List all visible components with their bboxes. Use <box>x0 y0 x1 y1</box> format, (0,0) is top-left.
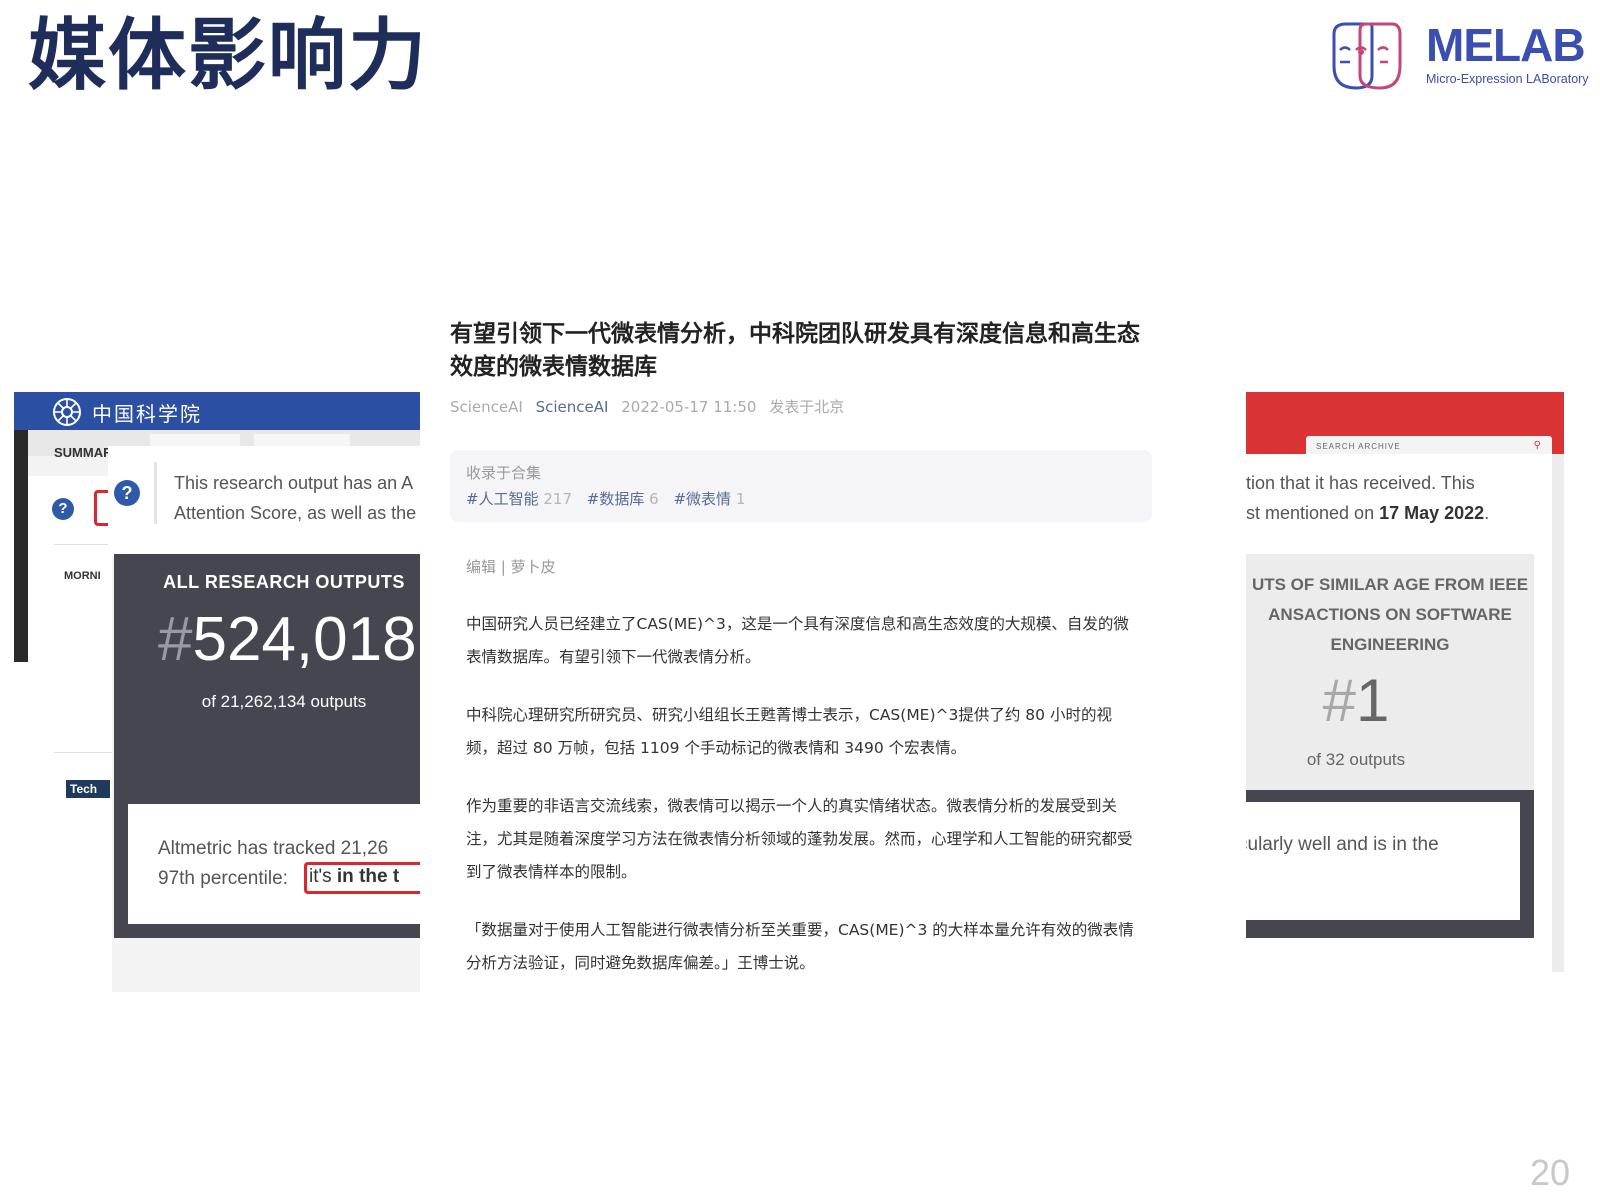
divider <box>54 752 112 753</box>
rank-panel-title: ALL RESEARCH OUTPUTS <box>163 572 405 592</box>
help-icon[interactable]: ? <box>52 498 74 520</box>
article-location: 发表于北京 <box>769 398 845 416</box>
percentile-highlight: it's in the t <box>304 862 420 894</box>
article-meta: ScienceAI ScienceAI 2022-05-17 11:50 发表于… <box>450 396 844 417</box>
quote-bar <box>154 462 157 524</box>
divider <box>54 544 112 545</box>
cas-emblem-icon <box>53 398 81 426</box>
tag-ai[interactable]: #人工智能 217 <box>466 490 572 508</box>
summary-frame: cularly well and is in the <box>1246 790 1534 938</box>
tag-database[interactable]: #数据库 6 <box>587 490 659 508</box>
news-article: 有望引领下一代微表情分析，中科院团队研发具有深度信息和高生态效度的微表情数据库 … <box>420 300 1170 1000</box>
article-title: 有望引领下一代微表情分析，中科院团队研发具有深度信息和高生态效度的微表情数据库 <box>450 321 1140 380</box>
article-source: ScienceAI <box>450 398 523 416</box>
tech-logo: Tech <box>66 780 110 798</box>
tag-micro-expression[interactable]: #微表情 1 <box>673 490 745 508</box>
rank-total: of 21,262,134 outputs <box>201 692 367 711</box>
slide-title: 媒体影响力 <box>28 11 429 101</box>
summary-text: cularly well and is in the <box>1246 834 1439 855</box>
melab-logo: MELAB Micro-Expression LABoratory <box>1332 19 1589 94</box>
summary-inner: cularly well and is in the <box>1246 802 1520 920</box>
help-icon[interactable]: ? <box>114 480 140 506</box>
left-side-panel <box>28 476 112 992</box>
melab-faces-icon <box>1332 22 1402 90</box>
article-author-link[interactable]: ScienceAI <box>536 398 609 416</box>
cas-header-bar: 中国科学院 <box>14 392 420 430</box>
morning-logo: MORNI <box>64 570 101 582</box>
search-icon[interactable]: ⚲ <box>1534 440 1542 451</box>
article-paragraph: 作为重要的非语言交流线索，微表情可以揭示一个人的真实情绪状态。微表情分析的发展受… <box>466 797 1133 881</box>
cas-altmetric-screenshot: 中国科学院 SUMMARY ? S MORNI Tech ? This rese… <box>14 392 420 992</box>
rank-panel-title: UTS OF SIMILAR AGE FROM IEEE ANSACTIONS … <box>1251 575 1529 654</box>
left-dark-sidebar <box>14 430 28 662</box>
search-archive-input[interactable]: SEARCH ARCHIVE ⚲ <box>1306 436 1552 456</box>
melab-tagline: Micro-Expression LABoratory <box>1426 72 1589 86</box>
collection-box: 收录于合集 #人工智能 217 #数据库 6 #微表情 1 <box>450 450 1152 522</box>
page-number: 20 <box>1530 1152 1571 1193</box>
article-paragraph: 中国研究人员已经建立了CAS(ME)^3，这是一个具有深度信息和高生态效度的大规… <box>466 615 1129 666</box>
attention-score-text: This research output has an A Attention … <box>174 473 417 523</box>
rank-value: #1 <box>1322 667 1390 734</box>
mention-text: tion that it has received. This st menti… <box>1246 473 1490 523</box>
article-paragraph: 中科院心理研究所研究员、研究小组组长王甦菁博士表示，CAS(ME)^3提供了约 … <box>466 706 1112 757</box>
article-paragraph: 「数据量对于使用人工智能进行微表情分析至关重要，CAS(ME)^3 的大样本量允… <box>466 921 1134 972</box>
rank-value: #524,018 <box>158 605 417 674</box>
collection-label: 收录于合集 <box>466 464 542 482</box>
journal-rank-screenshot: SEARCH ARCHIVE ⚲ tion that it has receive… <box>1246 392 1564 972</box>
article-time: 2022-05-17 11:50 <box>621 398 757 416</box>
similar-age-rank-panel: UTS OF SIMILAR AGE FROM IEEE ANSACTIONS … <box>1246 554 1534 792</box>
cas-org-name: 中国科学院 <box>92 402 202 426</box>
right-edge <box>1552 454 1564 972</box>
tag-list: #人工智能 217 #数据库 6 #微表情 1 <box>466 488 755 509</box>
rank-total: of 32 outputs <box>1306 750 1406 769</box>
melab-wordmark: MELAB <box>1426 19 1586 71</box>
tracked-summary: Altmetric has tracked 21,26 97th percent… <box>128 804 420 924</box>
all-outputs-rank-panel: ALL RESEARCH OUTPUTS #524,018 of 21,262,… <box>114 554 420 938</box>
article-editor: 编辑 | 萝卜皮 <box>466 558 556 576</box>
